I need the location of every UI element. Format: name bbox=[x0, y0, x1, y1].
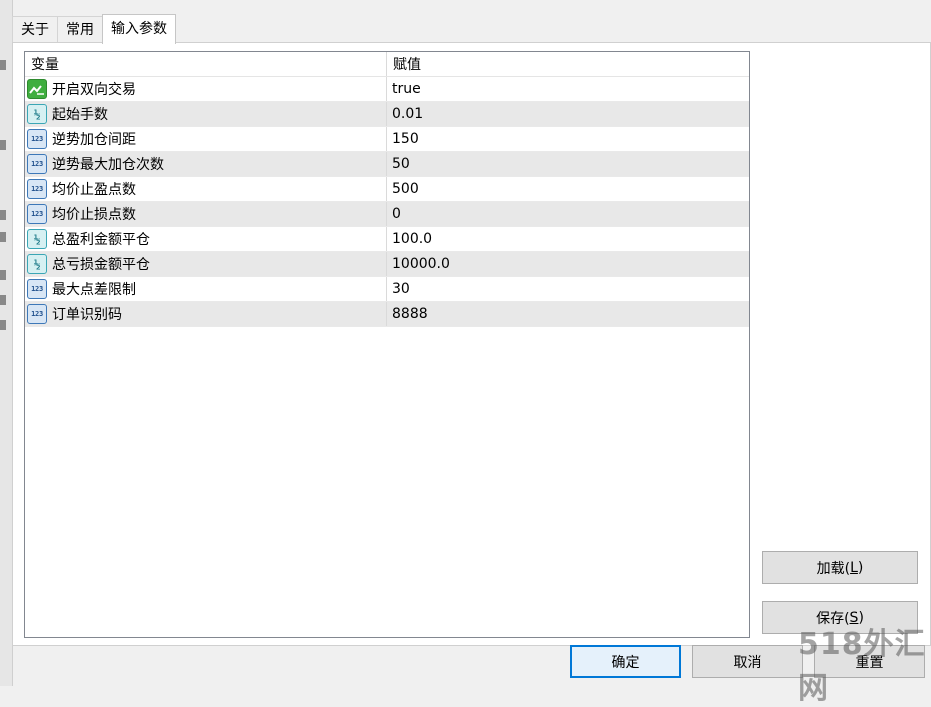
save-button-accel: S bbox=[849, 609, 859, 626]
parameter-row[interactable]: 123 逆势最大加仓次数 50 bbox=[25, 152, 749, 177]
save-button[interactable]: 保存(S) bbox=[762, 601, 918, 634]
save-button-suffix: ) bbox=[858, 609, 864, 626]
background-fragment bbox=[0, 295, 6, 305]
parameter-name: 逆势加仓间距 bbox=[52, 132, 136, 148]
parameter-value[interactable]: 30 bbox=[387, 277, 749, 301]
parameter-name-cell: ½ 总盈利金额平仓 bbox=[25, 227, 387, 251]
double-icon: ½ bbox=[27, 229, 47, 249]
parameter-name: 总盈利金额平仓 bbox=[52, 232, 150, 248]
parameter-value[interactable]: 0 bbox=[387, 202, 749, 226]
parameter-value[interactable]: 150 bbox=[387, 127, 749, 151]
grid-header: 变量 赋值 bbox=[25, 52, 749, 77]
background-fragment bbox=[0, 210, 6, 220]
grid-rows: 开启双向交易 true ½ 起始手数 0.01 123 逆势加仓间距 150 123 逆势最大加仓… bbox=[25, 77, 749, 327]
bool-icon bbox=[27, 79, 47, 99]
parameter-name: 开启双向交易 bbox=[52, 82, 136, 98]
int-icon: 123 bbox=[27, 279, 47, 299]
load-button-label: 加载( bbox=[816, 560, 851, 577]
parameter-value[interactable]: 50 bbox=[387, 152, 749, 176]
background-fragment bbox=[0, 320, 6, 330]
parameter-name-cell: 123 均价止盈点数 bbox=[25, 177, 387, 201]
parameter-value[interactable]: 0.01 bbox=[387, 102, 749, 126]
parameter-name-cell: ½ 起始手数 bbox=[25, 102, 387, 126]
parameter-name: 起始手数 bbox=[52, 107, 108, 123]
int-icon: 123 bbox=[27, 204, 47, 224]
int-icon: 123 bbox=[27, 179, 47, 199]
parameter-row[interactable]: ½ 总盈利金额平仓 100.0 bbox=[25, 227, 749, 252]
parameter-row[interactable]: 123 最大点差限制 30 bbox=[25, 277, 749, 302]
background-fragment bbox=[0, 60, 6, 70]
parameter-name-cell: ½ 总亏损金额平仓 bbox=[25, 252, 387, 276]
column-header-value[interactable]: 赋值 bbox=[387, 52, 749, 76]
parameter-name-cell: 123 均价止损点数 bbox=[25, 202, 387, 226]
double-icon: ½ bbox=[27, 254, 47, 274]
column-header-variable[interactable]: 变量 bbox=[25, 52, 387, 76]
parameter-name: 总亏损金额平仓 bbox=[52, 257, 150, 273]
load-button-accel: L bbox=[850, 559, 858, 576]
int-icon: 123 bbox=[27, 129, 47, 149]
parameter-name: 均价止盈点数 bbox=[52, 182, 136, 198]
parameter-row[interactable]: ½ 起始手数 0.01 bbox=[25, 102, 749, 127]
parameter-value[interactable]: true bbox=[387, 77, 749, 101]
input-parameters-grid: 变量 赋值 开启双向交易 true ½ 起始手数 0.01 123 逆势加仓间距 150 123… bbox=[24, 51, 750, 638]
tab-common[interactable]: 常用 bbox=[57, 16, 103, 43]
parameter-row[interactable]: 123 均价止盈点数 500 bbox=[25, 177, 749, 202]
load-button-suffix: ) bbox=[857, 559, 864, 576]
parameter-value[interactable]: 100.0 bbox=[387, 227, 749, 251]
parameter-row[interactable]: ½ 总亏损金额平仓 10000.0 bbox=[25, 252, 749, 277]
parameter-value[interactable]: 500 bbox=[387, 177, 749, 201]
parameter-value[interactable]: 8888 bbox=[387, 302, 749, 326]
parameter-name-cell: 开启双向交易 bbox=[25, 77, 387, 101]
cancel-button[interactable]: 取消 bbox=[692, 645, 803, 678]
load-button[interactable]: 加载(L) bbox=[762, 551, 918, 584]
parameter-name: 均价止损点数 bbox=[52, 207, 136, 223]
background-fragment bbox=[0, 270, 6, 280]
parameter-name-cell: 123 订单识别码 bbox=[25, 302, 387, 326]
parameter-row[interactable]: 123 订单识别码 8888 bbox=[25, 302, 749, 327]
parameter-name: 订单识别码 bbox=[52, 307, 122, 323]
background-fragment bbox=[0, 140, 6, 150]
ok-button[interactable]: 确定 bbox=[570, 645, 681, 678]
double-icon: ½ bbox=[27, 104, 47, 124]
parameter-row[interactable]: 123 均价止损点数 0 bbox=[25, 202, 749, 227]
tab-bar: 关于 常用 输入参数 bbox=[12, 14, 176, 44]
tab-inputs[interactable]: 输入参数 bbox=[102, 14, 176, 44]
int-icon: 123 bbox=[27, 154, 47, 174]
save-button-label: 保存( bbox=[816, 610, 850, 627]
int-icon: 123 bbox=[27, 304, 47, 324]
parameter-name-cell: 123 逆势最大加仓次数 bbox=[25, 152, 387, 176]
parameter-value[interactable]: 10000.0 bbox=[387, 252, 749, 276]
parameter-name: 最大点差限制 bbox=[52, 282, 136, 298]
parameter-row[interactable]: 开启双向交易 true bbox=[25, 77, 749, 102]
reset-button[interactable]: 重置 bbox=[814, 645, 925, 678]
parameter-row[interactable]: 123 逆势加仓间距 150 bbox=[25, 127, 749, 152]
parameter-name: 逆势最大加仓次数 bbox=[52, 157, 164, 173]
tab-about[interactable]: 关于 bbox=[12, 16, 58, 43]
parameter-name-cell: 123 最大点差限制 bbox=[25, 277, 387, 301]
background-fragment bbox=[0, 232, 6, 242]
parameter-name-cell: 123 逆势加仓间距 bbox=[25, 127, 387, 151]
